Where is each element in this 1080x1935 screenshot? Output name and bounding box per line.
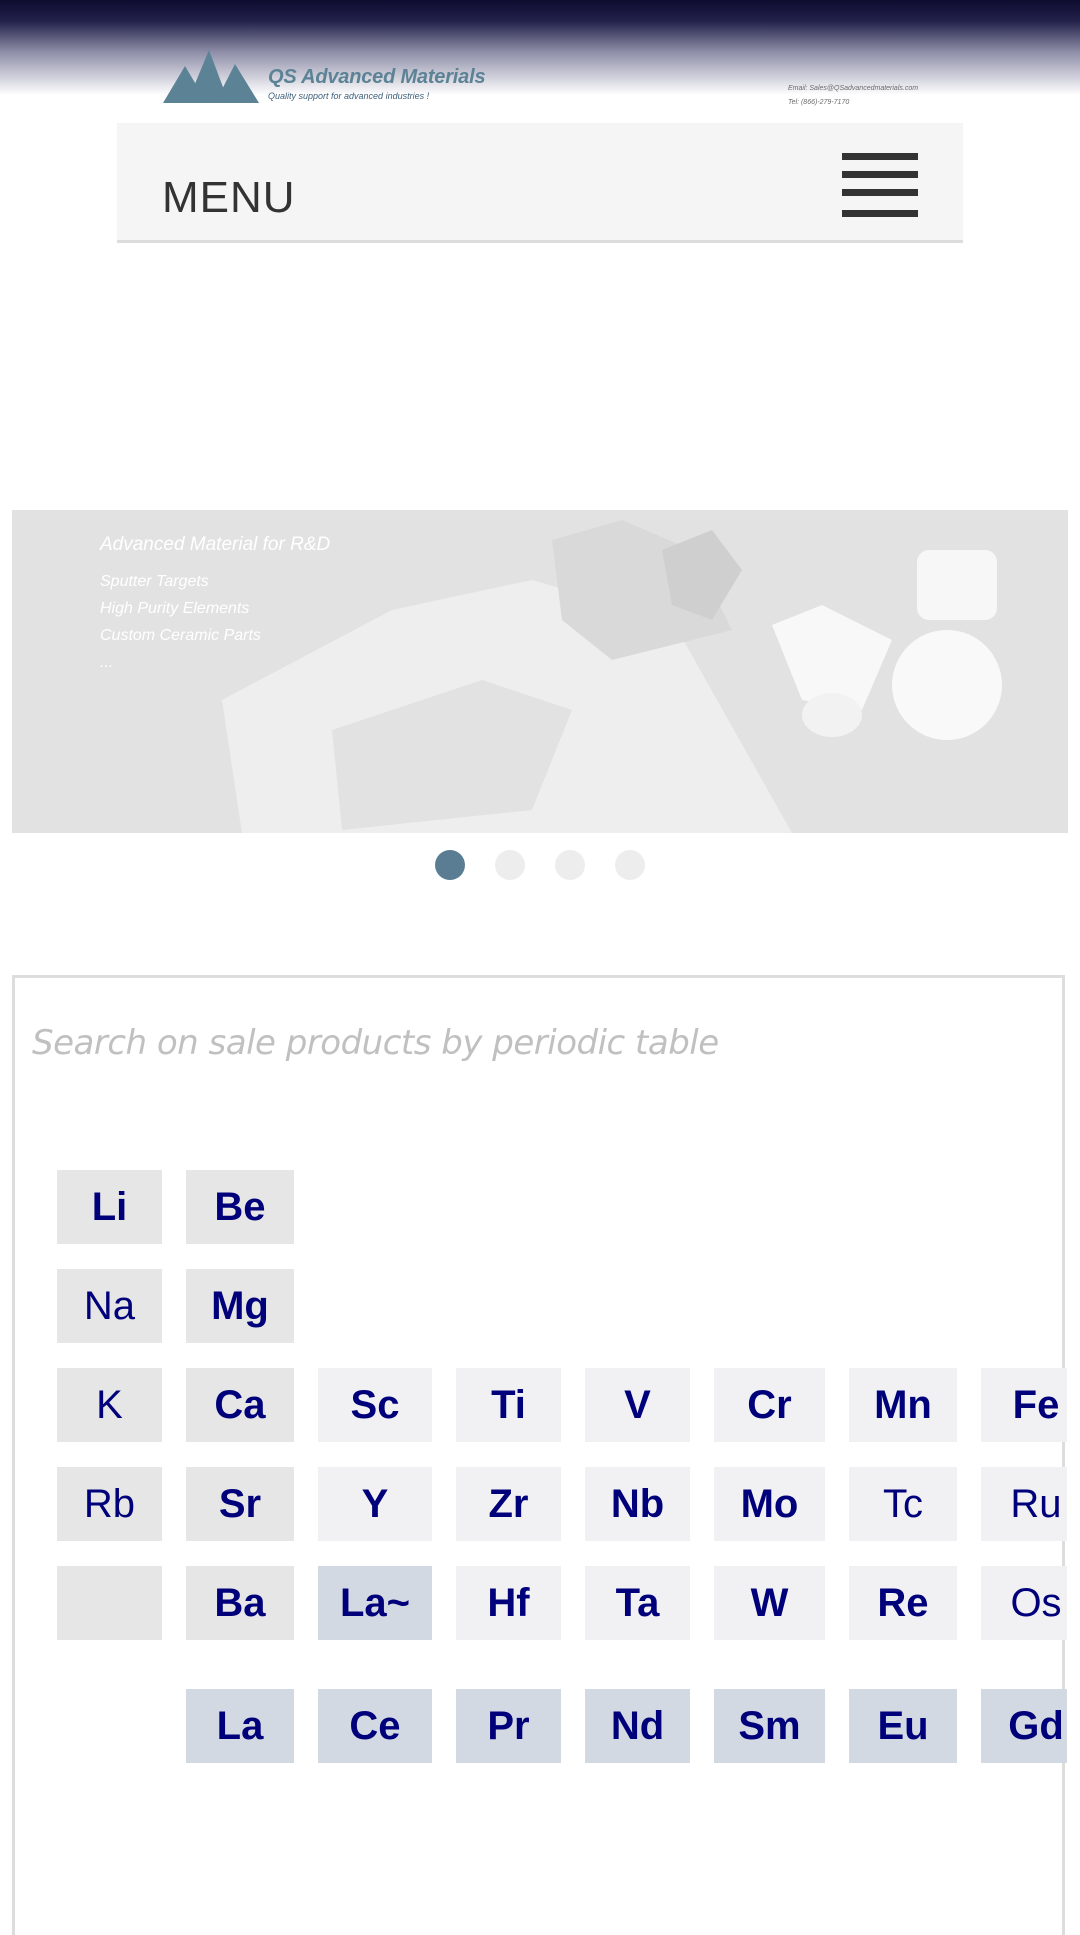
element-pr[interactable]: Pr bbox=[456, 1689, 561, 1763]
menu-bar[interactable]: MENU bbox=[117, 123, 963, 243]
element-empty bbox=[57, 1566, 162, 1640]
element-y[interactable]: Y bbox=[318, 1467, 432, 1541]
contact-email: Email: Sales@QSadvancedmaterials.com bbox=[788, 85, 919, 92]
carousel-line: Sputter Targets bbox=[100, 573, 209, 590]
carousel-dot-3[interactable] bbox=[555, 850, 585, 880]
element-gd[interactable]: Gd bbox=[981, 1689, 1080, 1763]
element-nd[interactable]: Nd bbox=[585, 1689, 690, 1763]
carousel-dot-1[interactable] bbox=[435, 850, 465, 880]
logo-name: QS Advanced Materials bbox=[268, 66, 486, 88]
carousel-line: High Purity Elements bbox=[100, 600, 250, 617]
carousel-line: ... bbox=[100, 654, 114, 671]
periodic-search-title: Search on sale products by periodic tabl… bbox=[32, 1023, 719, 1063]
element-v[interactable]: V bbox=[585, 1368, 690, 1442]
element-k[interactable]: K bbox=[57, 1368, 162, 1442]
site-logo[interactable]: QS Advanced Materials Quality support fo… bbox=[163, 48, 486, 104]
hamburger-menu-icon[interactable] bbox=[842, 153, 918, 217]
element-li[interactable]: Li bbox=[57, 1170, 162, 1244]
element-sr[interactable]: Sr bbox=[186, 1467, 294, 1541]
element-nb[interactable]: Nb bbox=[585, 1467, 690, 1541]
mountain-logo-icon bbox=[163, 50, 259, 103]
element-sm[interactable]: Sm bbox=[714, 1689, 825, 1763]
carousel-slide[interactable]: Advanced Material for R&D Sputter Target… bbox=[12, 510, 1068, 833]
carousel-pagination bbox=[0, 850, 1080, 880]
element-os[interactable]: Os bbox=[981, 1566, 1080, 1640]
carousel-dot-4[interactable] bbox=[615, 850, 645, 880]
element-eu[interactable]: Eu bbox=[849, 1689, 957, 1763]
element-ce[interactable]: Ce bbox=[318, 1689, 432, 1763]
element-tc[interactable]: Tc bbox=[849, 1467, 957, 1541]
element-fe[interactable]: Fe bbox=[981, 1368, 1080, 1442]
element-lanthanides[interactable]: La~ bbox=[318, 1566, 432, 1640]
contact-phone: Tel: (866)-279-7170 bbox=[788, 99, 850, 106]
element-mo[interactable]: Mo bbox=[714, 1467, 825, 1541]
element-na[interactable]: Na bbox=[57, 1269, 162, 1343]
panel-clip-edge bbox=[1067, 1155, 1080, 1935]
element-ca[interactable]: Ca bbox=[186, 1368, 294, 1442]
element-hf[interactable]: Hf bbox=[456, 1566, 561, 1640]
element-w[interactable]: W bbox=[714, 1566, 825, 1640]
element-mg[interactable]: Mg bbox=[186, 1269, 294, 1343]
contact-info: Email: Sales@QSadvancedmaterials.com Tel… bbox=[788, 82, 918, 110]
element-be[interactable]: Be bbox=[186, 1170, 294, 1244]
element-cr[interactable]: Cr bbox=[714, 1368, 825, 1442]
carousel-line: Custom Ceramic Parts bbox=[100, 627, 261, 644]
menu-label[interactable]: MENU bbox=[162, 173, 296, 223]
element-mn[interactable]: Mn bbox=[849, 1368, 957, 1442]
element-rb[interactable]: Rb bbox=[57, 1467, 162, 1541]
logo-tagline: Quality support for advanced industries … bbox=[268, 91, 430, 101]
element-ba[interactable]: Ba bbox=[186, 1566, 294, 1640]
periodic-search-panel bbox=[12, 975, 1065, 1935]
element-ta[interactable]: Ta bbox=[585, 1566, 690, 1640]
carousel-dot-2[interactable] bbox=[495, 850, 525, 880]
element-ru[interactable]: Ru bbox=[981, 1467, 1080, 1541]
top-gradient bbox=[0, 0, 1080, 95]
element-zr[interactable]: Zr bbox=[456, 1467, 561, 1541]
element-sc[interactable]: Sc bbox=[318, 1368, 432, 1442]
carousel-caption: Advanced Material for R&D Sputter Target… bbox=[100, 534, 330, 676]
element-ti[interactable]: Ti bbox=[456, 1368, 561, 1442]
element-la[interactable]: La bbox=[186, 1689, 294, 1763]
element-re[interactable]: Re bbox=[849, 1566, 957, 1640]
carousel-headline: Advanced Material for R&D bbox=[100, 534, 331, 555]
